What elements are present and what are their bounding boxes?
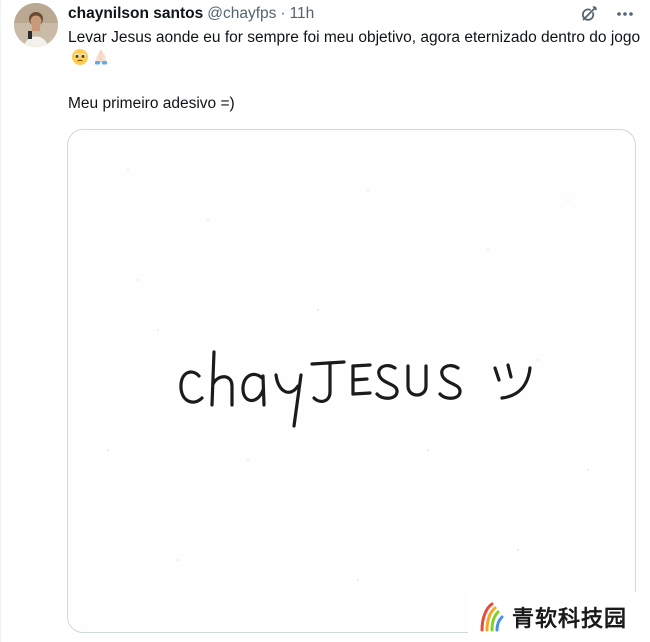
header-separator: ·	[280, 5, 286, 22]
grok-button[interactable]	[576, 3, 602, 25]
author-handle[interactable]: @chayfps	[207, 5, 276, 23]
sticker-handwriting-image	[107, 169, 599, 601]
tweet-timestamp[interactable]: 11h	[290, 5, 315, 23]
grok-icon	[582, 6, 597, 21]
author-display-name[interactable]: chaynilson santos	[68, 5, 203, 23]
tweet-header: chaynilson santos @chayfps · 11h	[68, 3, 314, 25]
watermark-logo-icon	[480, 602, 504, 632]
avatar[interactable]	[14, 3, 58, 47]
more-options-button[interactable]	[612, 3, 638, 25]
tweet-media-image[interactable]	[67, 129, 636, 633]
avatar-photo	[14, 3, 58, 47]
site-watermark: 青软科技园	[468, 592, 650, 642]
tweet-text-line2: Meu primeiro adesivo =)	[68, 95, 235, 112]
tweet-text-line1: Levar Jesus aonde eu for sempre foi meu …	[68, 27, 643, 72]
tweet-top-actions	[576, 3, 638, 25]
tweet-text: Levar Jesus aonde eu for sempre foi meu …	[68, 27, 643, 114]
more-icon	[617, 12, 633, 16]
folded-hands-emoji	[92, 48, 110, 72]
watermark-text: 青软科技园	[512, 607, 628, 632]
pleading-face-emoji	[71, 48, 89, 72]
tweet-container: chaynilson santos @chayfps · 11h Levar J…	[0, 0, 650, 642]
tweet-text-line1-content: Levar Jesus aonde eu for sempre foi meu …	[68, 29, 641, 46]
